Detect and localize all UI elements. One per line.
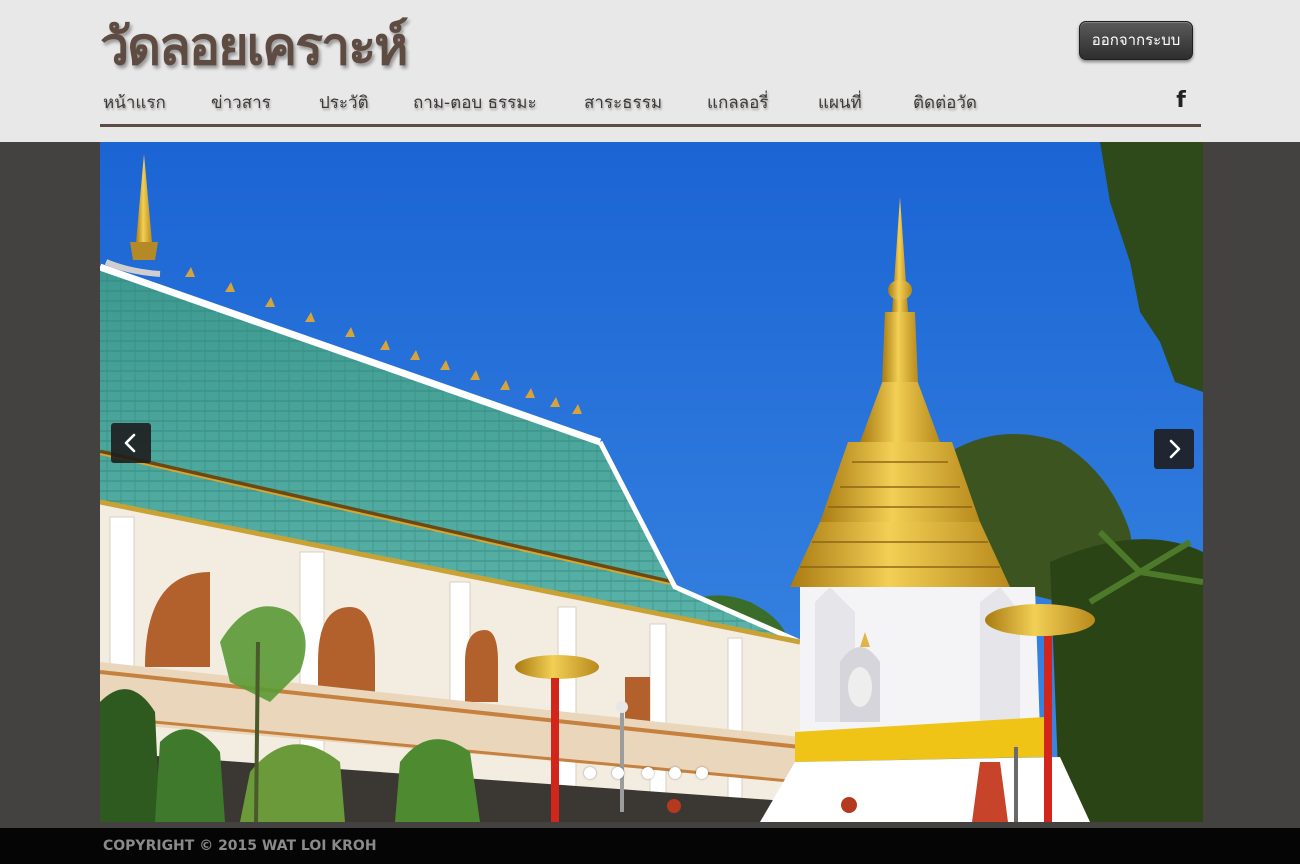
slider-dot[interactable] bbox=[696, 767, 708, 779]
copyright-text: COPYRIGHT © 2015 WAT LOI KROH bbox=[103, 838, 377, 854]
nav-item-news[interactable]: ข่าวสาร bbox=[211, 86, 271, 120]
slider-dot[interactable] bbox=[642, 767, 654, 779]
nav-item-home[interactable]: หน้าแรก bbox=[103, 86, 166, 120]
nav-item-contact[interactable]: ติดต่อวัด bbox=[913, 86, 977, 120]
image-slider bbox=[100, 142, 1203, 822]
logout-button[interactable]: ออกจากระบบ bbox=[1079, 21, 1193, 60]
slide-photo bbox=[100, 142, 1203, 822]
nav-item-gallery[interactable]: แกลลอรี่ bbox=[707, 86, 768, 120]
slider-dot[interactable] bbox=[612, 767, 624, 779]
nav-item-history[interactable]: ประวัติ bbox=[319, 86, 369, 120]
nav-item-dhamma-qa[interactable]: ถาม-ตอบ ธรรมะ bbox=[413, 86, 537, 120]
site-footer: COPYRIGHT © 2015 WAT LOI KROH bbox=[0, 828, 1300, 864]
chevron-left-icon bbox=[124, 433, 136, 453]
facebook-icon[interactable]: f bbox=[1173, 86, 1189, 116]
slider-prev-button[interactable] bbox=[111, 423, 151, 463]
chevron-right-icon bbox=[1169, 439, 1181, 459]
site-header: วัดลอยเคราะห์ ออกจากระบบ หน้าแรก ข่าวสาร… bbox=[0, 0, 1300, 142]
nav-item-teachings[interactable]: สาระธรรม bbox=[584, 86, 662, 120]
nav-item-map[interactable]: แผนที่ bbox=[818, 86, 862, 120]
slider-dot[interactable] bbox=[584, 767, 596, 779]
slider-next-button[interactable] bbox=[1154, 429, 1194, 469]
nav-divider bbox=[100, 124, 1201, 127]
site-title[interactable]: วัดลอยเคราะห์ bbox=[100, 8, 408, 86]
slider-dot[interactable] bbox=[669, 767, 681, 779]
main-nav: หน้าแรก ข่าวสาร ประวัติ ถาม-ตอบ ธรรมะ สา… bbox=[100, 86, 1201, 120]
